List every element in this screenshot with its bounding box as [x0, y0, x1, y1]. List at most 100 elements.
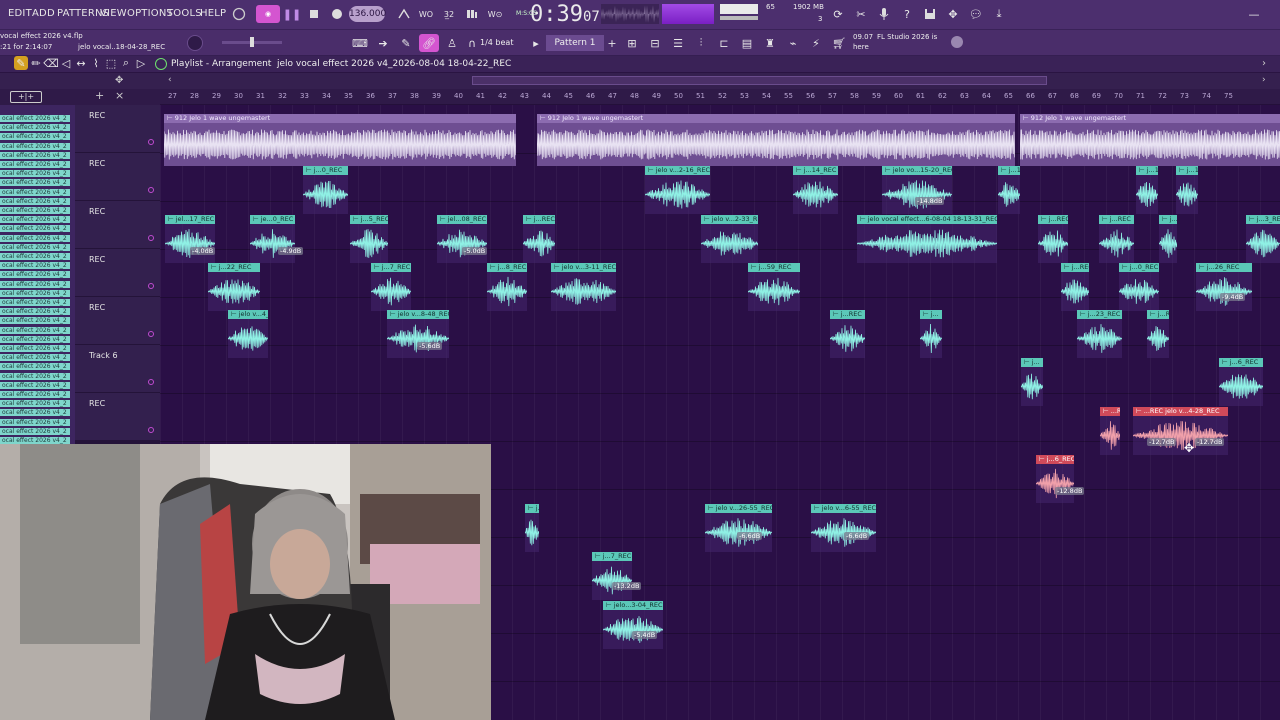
channel-button[interactable]: ocal effect 2026 v4_2 [0, 381, 70, 390]
channel-button[interactable]: ocal effect 2026 v4_2 [0, 427, 70, 436]
microphone-icon[interactable] [874, 5, 894, 23]
close-icon[interactable]: × [115, 89, 124, 102]
download-icon[interactable]: ⤓ [989, 5, 1009, 23]
channel-button[interactable]: ocal effect 2026 v4_2 [0, 335, 70, 344]
playlist-view-icon[interactable]: ☰ [668, 34, 688, 52]
song-pat-toggle[interactable]: ◉ [256, 5, 280, 23]
channel-button[interactable]: ocal effect 2026 v4_2 [0, 188, 70, 197]
audio-clip[interactable]: ⊢ j...23_REC [1077, 310, 1122, 358]
wait-input-icon[interactable]: WO [416, 5, 436, 23]
piano-roll-icon[interactable]: ⌨ [350, 34, 370, 52]
track-header[interactable]: REC [75, 201, 160, 249]
channel-button[interactable]: ocal effect 2026 v4_2 [0, 308, 70, 317]
audio-clip[interactable]: ⊢ j...14_REC [793, 166, 838, 214]
master-volume-slider[interactable] [222, 37, 282, 47]
slice-tool-icon[interactable]: ⌇ [89, 56, 103, 70]
save-icon[interactable] [920, 5, 940, 23]
audio-clip[interactable]: ⊢ j...REC [523, 215, 555, 263]
channel-button[interactable]: ocal effect 2026 v4_2 [0, 142, 70, 151]
track-header[interactable]: REC [75, 393, 160, 441]
audio-clip[interactable]: ⊢ jelo vo...15-20_REC [882, 166, 952, 214]
channel-button[interactable]: ocal effect 2026 v4_2 [0, 372, 70, 381]
track-header[interactable]: REC [75, 297, 160, 345]
track-mute-led[interactable] [148, 187, 154, 193]
scroll-right-icon[interactable]: › [1262, 75, 1266, 85]
audio-clip[interactable]: ⊢ j... [1021, 358, 1043, 406]
channel-button[interactable]: ocal effect 2026 v4_2 [0, 161, 70, 169]
audio-clip[interactable]: ⊢ j...5_REC [350, 215, 388, 263]
horizontal-scrollbar-thumb[interactable] [472, 76, 1047, 85]
audio-clip[interactable]: ⊢ j...1_REC [998, 166, 1020, 214]
audio-clip[interactable]: ⊢ j...1_REC [1176, 166, 1198, 214]
channel-button[interactable]: ocal effect 2026 v4_2 [0, 299, 70, 307]
channel-button[interactable]: ocal effect 2026 v4_2 [0, 391, 70, 399]
countdown-icon[interactable]: 3̲2 [439, 5, 459, 23]
audio-clip[interactable]: ⊢ jel...08_REC [437, 215, 487, 263]
refresh-icon[interactable]: ⟳ [828, 5, 848, 23]
minimize-icon[interactable]: — [1244, 5, 1264, 23]
track-header[interactable]: REC [75, 105, 160, 153]
pause-button[interactable]: ❚❚ [282, 5, 302, 23]
help-icon[interactable]: ? [897, 5, 917, 23]
track-header[interactable]: REC [75, 153, 160, 201]
channel-button[interactable]: ocal effect 2026 v4_2 [0, 280, 70, 289]
master-audio-clip[interactable]: ⊢ 912 Jelo 1 wave ungemastert [1020, 114, 1280, 166]
menu-view[interactable]: VIEW [100, 8, 127, 19]
audio-clip[interactable]: ⊢ jelo v...6-55_REC [811, 504, 876, 552]
play-pattern-icon[interactable]: ▸ [526, 34, 546, 52]
audio-clip[interactable]: ⊢ jelo v...2-16_REC [645, 166, 710, 214]
audio-clip[interactable]: ⊢ j...6_REC [1036, 455, 1074, 503]
tempo-display[interactable]: 136.000 [349, 6, 386, 22]
channel-button[interactable]: ocal effect 2026 v4_2 [0, 179, 70, 188]
menu-edit[interactable]: EDIT [8, 8, 32, 19]
add-icon[interactable]: + [95, 89, 104, 102]
audio-clip[interactable]: ⊢ j...0_REC [303, 166, 348, 214]
channel-button[interactable]: ocal effect 2026 v4_2 [0, 271, 70, 280]
audio-clip[interactable]: ⊢ jelo v...2-33_REC [701, 215, 758, 263]
select-tool-icon[interactable]: ⬚ [104, 56, 118, 70]
track-header[interactable]: REC [75, 249, 160, 297]
snap-select[interactable]: 1/4 beat [476, 36, 526, 50]
audio-clip[interactable]: ⊢ j...6_REC [1219, 358, 1263, 406]
audio-clip[interactable]: ⊢ j...REC [830, 310, 865, 358]
audio-clip[interactable]: ⊢ ...REC [1100, 407, 1120, 455]
channel-button[interactable]: ocal effect 2026 v4_2 [0, 326, 70, 335]
stamp-icon[interactable]: ♙ [442, 34, 462, 52]
channel-button[interactable]: ocal effect 2026 v4_2 [0, 234, 70, 243]
audio-clip[interactable]: ⊢ je...0_REC [250, 215, 295, 263]
channel-button[interactable]: ocal effect 2026 v4_2 [0, 151, 70, 160]
track-mute-led[interactable] [148, 427, 154, 433]
scissors-icon[interactable]: ✂ [851, 5, 871, 23]
menu-tools[interactable]: TOOLS [167, 8, 202, 19]
menu-add[interactable]: ADD [32, 8, 55, 19]
zoom-tool-icon[interactable]: ⌕ [119, 56, 133, 70]
slip-tool-icon[interactable]: ↔ [74, 56, 88, 70]
pattern-selector[interactable]: Pattern 1 [546, 35, 604, 51]
audio-clip[interactable]: ⊢ j...26_REC [1196, 263, 1252, 311]
plugin-picker-icon[interactable]: ♜ [760, 34, 780, 52]
track-mute-led[interactable] [148, 139, 154, 145]
audio-clip[interactable]: ⊢ j...REC [1038, 215, 1068, 263]
track-mute-led[interactable] [148, 331, 154, 337]
channel-button[interactable]: ocal effect 2026 v4_2 [0, 363, 70, 372]
chat-icon[interactable]: 💬︎ [966, 5, 986, 23]
audio-clip[interactable]: ⊢ j...REC [1099, 215, 1134, 263]
metronome-icon[interactable] [229, 5, 249, 23]
draw-tool-icon[interactable]: ✎ [396, 34, 416, 52]
channel-button[interactable]: ocal effect 2026 v4_2 [0, 289, 70, 298]
channel-rack-icon[interactable]: ⊟ [645, 34, 665, 52]
audio-clip[interactable]: ⊢ j...REC [1147, 310, 1169, 358]
move-arrows-icon[interactable]: ✥ [115, 75, 123, 86]
plugin-icon[interactable]: ✥ [943, 5, 963, 23]
audio-clip[interactable]: ⊢ j...59_REC [748, 263, 800, 311]
track-header[interactable]: Track 6 [75, 345, 160, 393]
news-icon[interactable] [951, 36, 963, 48]
arrow-right-icon[interactable]: ➔ [373, 34, 393, 52]
audio-clip[interactable]: ⊢ jelo v...3-11_REC [551, 263, 616, 311]
audio-clip[interactable]: ⊢ jelo v...8-48_REC [387, 310, 449, 358]
channel-button[interactable]: ocal effect 2026 v4_2 [0, 216, 70, 225]
channel-button[interactable]: ocal effect 2026 v4_2 [0, 115, 70, 123]
mixer-icon[interactable]: ⫶ [691, 34, 711, 52]
record-button[interactable] [327, 5, 347, 23]
audio-clip[interactable]: ⊢ jelo v...4_REC [228, 310, 268, 358]
